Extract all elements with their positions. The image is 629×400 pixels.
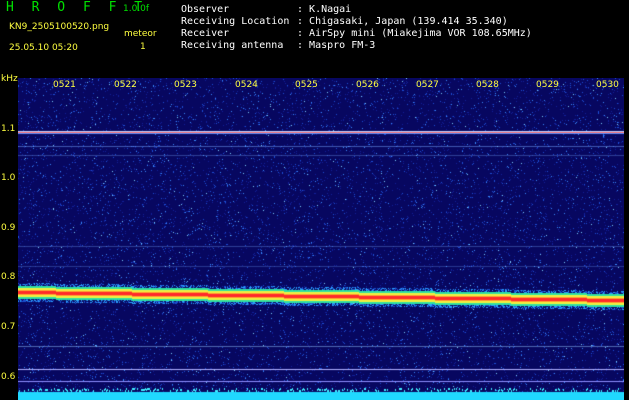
x-tick-label: 0524: [235, 80, 258, 90]
x-tick-label: 0521: [53, 80, 76, 90]
info-observer-label: Observer: [181, 4, 230, 15]
y-tick-label: 1.1: [1, 124, 16, 134]
info-location-value: : Chigasaki, Japan (139.414 35.340): [297, 16, 508, 27]
mode-label: meteor: [124, 29, 157, 39]
x-tick-label: 0523: [174, 80, 197, 90]
y-tick-label: 0.9: [1, 223, 16, 233]
app-version: 1.0.0f: [123, 4, 150, 14]
x-tick-label: 0530: [596, 80, 619, 90]
x-tick-label: 0527: [416, 80, 439, 90]
y-tick-label: 0.6: [1, 372, 16, 382]
x-tick-label: 0522: [114, 80, 137, 90]
x-tick-label: 0526: [356, 80, 379, 90]
info-antenna-value: : Maspro FM-3: [297, 40, 376, 51]
header-panel: H R O F F T 1.0.0f KN9_2505100520.png me…: [0, 0, 629, 78]
info-receiver-value: : AirSpy mini (Miakejima VOR 108.65MHz): [297, 28, 532, 39]
info-observer-value: : K.Nagai: [297, 4, 352, 15]
spectrogram-canvas: [18, 78, 624, 400]
info-antenna-label: Receiving antenna: [181, 40, 284, 51]
x-tick-label: 0528: [476, 80, 499, 90]
y-tick-label: 0.8: [1, 272, 16, 282]
mode-value: 1: [140, 42, 146, 52]
capture-datetime: 25.05.10 05:20: [9, 43, 78, 53]
info-location-label: Receiving Location: [181, 16, 290, 27]
y-axis-unit: kHz: [1, 74, 18, 84]
y-tick-label: 1.0: [1, 173, 16, 183]
image-filename: KN9_2505100520.png: [9, 22, 110, 32]
y-tick-label: 0.7: [1, 322, 16, 332]
info-receiver-label: Receiver: [181, 28, 230, 39]
x-tick-label: 0525: [295, 80, 318, 90]
x-tick-label: 0529: [536, 80, 559, 90]
